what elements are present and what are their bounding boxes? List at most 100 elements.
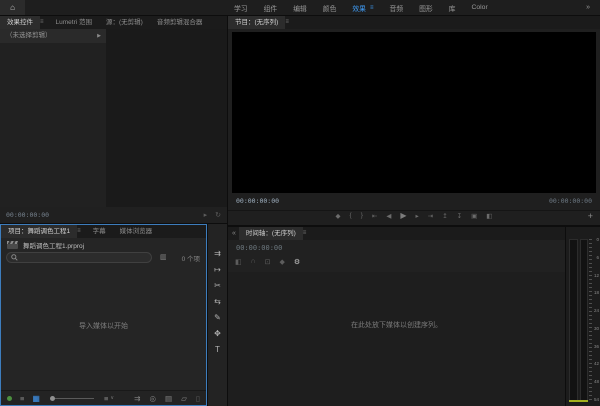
comparison-view-button[interactable]: ◧: [486, 212, 492, 220]
razor-tool-button[interactable]: ✂: [214, 281, 221, 290]
workspace-tab-editing[interactable]: 编辑: [293, 3, 307, 13]
hand-tool-button[interactable]: ✥: [214, 329, 221, 338]
program-timecode-row: 00:00:00:00 00:00:00:00: [236, 197, 592, 205]
db-tick-label: 54: [592, 397, 599, 402]
effect-controls-properties-area: [0, 43, 106, 207]
program-current-timecode[interactable]: 00:00:00:00: [236, 197, 279, 205]
timeline-timecode[interactable]: 00:00:00:00: [236, 244, 282, 252]
play-audio-icon[interactable]: ▸: [204, 211, 208, 219]
zoom-slider[interactable]: [50, 398, 94, 399]
mark-out-button[interactable]: }: [361, 212, 363, 219]
timeline-drop-text: 在此处放下媒体以创建序列。: [228, 320, 565, 330]
effect-controls-timecode[interactable]: 00:00:00:00: [6, 211, 49, 219]
new-item-button[interactable]: ▱: [181, 394, 187, 403]
program-monitor-panel: 节目：(无序列) ≡ 00:00:00:00 00:00:00:00 ◆ { }…: [228, 16, 600, 225]
tab-audio-clip-mixer[interactable]: 音频剪辑混合器: [150, 16, 210, 29]
add-marker-button[interactable]: ◆: [336, 212, 341, 220]
tab-effect-controls[interactable]: 效果控件: [0, 16, 40, 29]
workspace-tab-color[interactable]: 颜色: [323, 3, 337, 13]
tab-program-monitor[interactable]: 节目：(无序列): [228, 16, 285, 29]
tab-lumetri-scopes[interactable]: Lumetri 范围: [49, 16, 99, 29]
tab-media-browser[interactable]: 媒体浏览器: [113, 225, 160, 238]
ripple-edit-tool-button[interactable]: ↦: [214, 265, 221, 274]
panel-menu-icon[interactable]: ≡: [285, 16, 294, 29]
project-empty-area[interactable]: 导入媒体以开始: [1, 321, 206, 331]
project-file-name[interactable]: 舞蹈调色工程1.prproj: [23, 240, 84, 250]
timeline-tabbar: « 时间轴：(无序列) ≡: [228, 227, 565, 240]
tab-source-monitor[interactable]: 源：(无剪辑): [99, 16, 150, 29]
project-writable-indicator[interactable]: [7, 396, 12, 401]
timeline-settings-button[interactable]: ⚙: [294, 258, 300, 266]
workspace-tab-learning[interactable]: 学习: [234, 3, 248, 13]
expand-arrow-icon[interactable]: ▶: [97, 29, 101, 43]
insert-overwrite-button[interactable]: ◧: [235, 258, 242, 266]
project-actions: ⇉ ◎ ▤ ▱ ▯: [134, 394, 200, 403]
list-view-button[interactable]: ≡: [20, 394, 24, 403]
extract-button[interactable]: ↧: [457, 212, 462, 220]
search-input[interactable]: [6, 252, 152, 263]
delete-button[interactable]: ▯: [196, 394, 200, 403]
tab-captions[interactable]: 字幕: [86, 225, 113, 238]
tab-timeline[interactable]: 时间轴：(无序列): [239, 227, 303, 240]
audio-meter-tick-labels: 0 6 12 18 24 30 36 42 48 54: [592, 237, 599, 402]
db-tick-label: 12: [592, 273, 599, 278]
db-tick-label: 18: [592, 290, 599, 295]
go-to-out-button[interactable]: ⇥: [428, 212, 433, 220]
export-frame-button[interactable]: ▣: [471, 212, 477, 220]
find-button[interactable]: ◎: [149, 394, 156, 403]
track-select-forward-tool-button[interactable]: ⇉: [214, 249, 221, 258]
sort-icons-button[interactable]: ≡ ∨: [104, 394, 114, 403]
panel-menu-icon[interactable]: ≡: [303, 227, 312, 240]
automate-to-sequence-button[interactable]: ⇉: [134, 394, 140, 403]
search-icon: [11, 254, 18, 261]
home-icon[interactable]: ⌂: [0, 0, 25, 15]
new-bin-button[interactable]: ▤: [165, 394, 172, 403]
workspace-tab-libraries[interactable]: 库: [449, 3, 456, 13]
effect-controls-tabbar: 效果控件 ≡ Lumetri 范围 源：(无剪辑) 音频剪辑混合器: [0, 16, 227, 29]
panel-menu-icon[interactable]: ≡: [40, 16, 49, 29]
go-to-in-button[interactable]: ⇤: [372, 212, 377, 220]
step-back-button[interactable]: ◀: [386, 212, 391, 220]
workspace-tab-audio[interactable]: 音频: [389, 3, 403, 13]
loop-playback-icon[interactable]: ↻: [215, 211, 221, 219]
linked-selection-button[interactable]: ⊡: [265, 258, 271, 266]
mark-in-button[interactable]: {: [350, 212, 352, 219]
workspace-overflow-icon[interactable]: »: [586, 4, 590, 11]
type-tool-button[interactable]: T: [215, 345, 220, 354]
tools-panel: ⇉ ↦ ✂ ⇆ ✎ ✥ T: [208, 224, 227, 406]
audio-meter-bars: [569, 239, 588, 400]
project-search-row: ▥ 0 个项: [1, 251, 206, 266]
lift-button[interactable]: ↥: [442, 212, 447, 220]
effect-controls-bottom-icons: ▸ ↻: [204, 211, 221, 219]
step-forward-button[interactable]: ▸: [416, 212, 419, 220]
audio-meter-scale: 0 6 12 18 24 30 36 42 48 54: [589, 239, 599, 400]
tab-project[interactable]: 项目：舞蹈调色工程1: [1, 225, 77, 238]
audio-meter-right-channel: [580, 239, 589, 400]
button-editor-plus-button[interactable]: +: [588, 212, 593, 221]
workspace-tabs: 学习 组件 编辑 颜色 效果 ≡ 音频 图形 库 Color »: [234, 0, 596, 15]
db-tick-label: 42: [592, 361, 599, 366]
db-tick-label: 30: [592, 326, 599, 331]
item-count-label: 0 个项: [182, 253, 200, 263]
add-marker-button[interactable]: ◆: [280, 258, 285, 266]
workspace-tab-graphics[interactable]: 图形: [419, 3, 433, 13]
chevron-down-icon: ∨: [110, 395, 114, 401]
workspace-tab-color-custom[interactable]: Color: [471, 4, 487, 11]
zoom-slider-knob[interactable]: [50, 396, 55, 401]
icon-view-button[interactable]: ▦: [32, 394, 40, 403]
snap-button[interactable]: ∩: [251, 258, 256, 266]
db-tick-label: 0: [592, 237, 599, 242]
db-tick-label: 48: [592, 379, 599, 384]
workspace-tab-assembly[interactable]: 组件: [264, 3, 278, 13]
slip-tool-button[interactable]: ⇆: [214, 297, 221, 306]
workspace-menu-icon[interactable]: ≡: [370, 5, 374, 11]
search-bin-icon[interactable]: ▥: [160, 253, 167, 261]
play-button[interactable]: ▶: [400, 211, 406, 220]
pen-tool-button[interactable]: ✎: [214, 313, 221, 322]
effect-controls-panel: 效果控件 ≡ Lumetri 范围 源：(无剪辑) 音频剪辑混合器 （未选择剪辑…: [0, 16, 227, 223]
chevron-left-icon[interactable]: «: [228, 227, 239, 240]
timeline-toolbar: ◧ ∩ ⊡ ◆ ⚙: [235, 258, 300, 266]
panel-menu-icon[interactable]: ≡: [77, 225, 86, 238]
workspace-tab-effects[interactable]: 效果: [352, 3, 366, 13]
timeline-drop-area[interactable]: 在此处放下媒体以创建序列。: [228, 272, 565, 406]
